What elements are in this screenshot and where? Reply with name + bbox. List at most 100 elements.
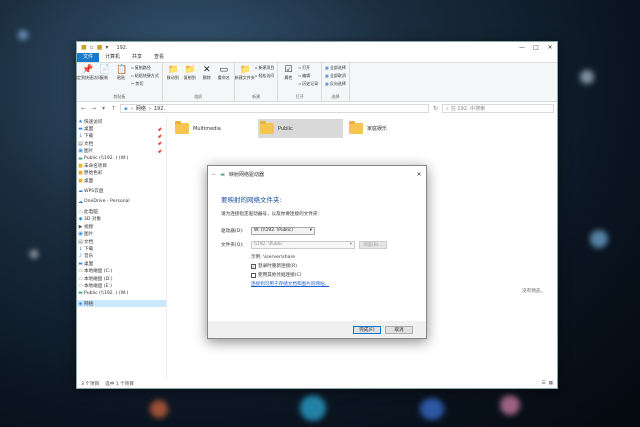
select-none-icon: ▦ [325, 73, 329, 78]
cancel-button[interactable]: 取消 [385, 325, 413, 334]
drive-select[interactable]: W: (\\192. \Public) ▾ [251, 226, 315, 235]
forward-arrow-icon[interactable]: → [90, 105, 97, 112]
sidebar-item[interactable]: ▤ 文档 [77, 238, 166, 245]
ribbon-group: 📌 固定到快速访问 📄 复制 📋 粘贴 ▫复制路径 ▫粘贴快捷方式 ✂剪切 剪贴板 [73, 63, 163, 101]
delete-button[interactable]: ✕ 删除 [200, 65, 214, 81]
sidebar-item[interactable]: ▤ 文档 📌 [77, 140, 166, 147]
sidebar-item[interactable]: ▶ 视频 [77, 223, 166, 230]
close-button[interactable]: ✕ [543, 44, 557, 51]
properties-button[interactable]: ☑ 属性 [281, 65, 295, 87]
drive-icon: ▭ [78, 268, 83, 275]
sidebar-item[interactable]: ◈ 网络 [77, 299, 166, 308]
sidebar-item[interactable]: ☁ WPS云盘 [77, 188, 166, 195]
folder-combobox[interactable]: \\192. \Public ▾ [251, 240, 355, 249]
search-input[interactable]: ⌕ 在 192. 中搜索 [442, 104, 554, 113]
dialog-title-bar: ← ▬ 映射网络驱动器 ✕ [208, 166, 426, 183]
pin-icon[interactable]: 📌 [157, 127, 162, 132]
breadcrumb-network[interactable]: 网络 [136, 105, 146, 112]
3d-objects-icon: ◆ [78, 216, 83, 223]
sidebar-item[interactable]: ▬ Public (\\192. ) (W:) [77, 155, 166, 162]
tab-file[interactable]: 文件 [77, 53, 100, 62]
new-folder-icon[interactable]: ■ [97, 44, 103, 51]
sidebar-item[interactable]: ▭ 本地磁盘 (C:) [77, 267, 166, 274]
move-to-button[interactable]: 📁 移动到 [166, 65, 180, 81]
maximize-button[interactable]: □ [529, 44, 543, 51]
cut-button[interactable]: ✂剪切 [131, 81, 159, 87]
sidebar-item[interactable]: ▭ 此电脑 [77, 208, 166, 215]
copy-button[interactable]: 📄 复制 [97, 65, 111, 87]
new-item-button[interactable]: ▫新建项目 [255, 65, 275, 71]
minimize-button[interactable]: — [515, 44, 529, 51]
tab-share[interactable]: 共享 [126, 53, 148, 62]
folder-item[interactable]: Multimedia [173, 119, 253, 138]
browse-button[interactable]: 浏览(B)... [359, 240, 387, 249]
example-text: 示例: \\server\share [251, 255, 296, 260]
details-view-icon[interactable]: ☰ [542, 381, 546, 386]
back-arrow-icon[interactable]: ← [212, 172, 216, 178]
dialog-close-button[interactable]: ✕ [412, 171, 426, 178]
chevron-down-icon[interactable]: ▾ [100, 105, 107, 112]
sidebar-item[interactable]: ■ 原始色彩 [77, 170, 166, 177]
folder-icon[interactable]: ■ [81, 44, 87, 51]
pin-button[interactable]: 📌 固定到快速访问 [73, 65, 101, 87]
select-none-button[interactable]: ▦全部取消 [325, 73, 346, 79]
sidebar-item[interactable]: ▬ 桌面 [77, 260, 166, 267]
invert-selection-button[interactable]: ▦反向选择 [325, 81, 346, 87]
breadcrumb-host[interactable]: 192. [154, 106, 165, 112]
sidebar-item[interactable]: ♪ 音乐 [77, 253, 166, 260]
tab-view[interactable]: 查看 [148, 53, 170, 62]
new-folder-button[interactable]: 📁 新建文件夹 [235, 65, 255, 81]
sidebar-item-label: Public (\\192. ) (W:) [84, 156, 129, 162]
large-icons-view-icon[interactable]: ▦ [549, 381, 553, 386]
checkbox-box[interactable] [251, 272, 256, 278]
sidebar-item[interactable]: ■ 未命名项目 [77, 162, 166, 169]
pin-icon[interactable]: 📌 [157, 141, 162, 146]
copy-path-button[interactable]: ▫复制路径 [131, 65, 159, 71]
ribbon-small-buttons: ▫打开 ▫编辑 ▫历史记录 [298, 65, 318, 87]
sidebar-item[interactable]: ▬ 桌面 📌 [77, 125, 166, 132]
edit-button[interactable]: ▫编辑 [298, 73, 318, 79]
drive-icon: ▭ [78, 275, 83, 282]
up-arrow-icon[interactable]: ↑ [110, 105, 117, 112]
sidebar-item[interactable]: ☁ OneDrive - Personal [77, 198, 166, 205]
history-button[interactable]: ▫历史记录 [298, 81, 318, 87]
open-button[interactable]: ▫打开 [298, 65, 318, 71]
sidebar-item[interactable]: ▣ 图片 [77, 230, 166, 237]
finish-button[interactable]: 完成(F) [353, 325, 381, 334]
sidebar-item[interactable]: ◆ 3D 对象 [77, 216, 166, 223]
address-field[interactable]: ◈ › 网络 › 192. [120, 104, 429, 113]
sidebar-item[interactable]: ▣ 图片 📌 [77, 148, 166, 155]
sidebar-item-label: 本地磁盘 (D:) [84, 276, 113, 282]
sidebar-item[interactable]: ■ 桌面 [77, 177, 166, 184]
sidebar-item[interactable]: ↓ 下载 📌 [77, 133, 166, 140]
sidebar-item[interactable]: ↓ 下载 [77, 245, 166, 252]
pin-icon[interactable]: 📌 [157, 134, 162, 139]
sidebar-item-label: 此电脑 [84, 209, 98, 215]
folder-item[interactable]: Public [258, 119, 343, 138]
ribbon-group-label: 打开 [295, 94, 304, 99]
website-link[interactable]: 连接到可用于存储文档和图片的网站。 [251, 281, 413, 287]
sidebar-item[interactable]: ★ 快速访问 [77, 118, 166, 125]
sidebar-item[interactable]: ▭ 本地磁盘 (D:) [77, 275, 166, 282]
back-arrow-icon[interactable]: ← [80, 105, 87, 112]
tab-computer[interactable]: 计算机 [99, 53, 126, 62]
folder-item[interactable]: 家庭娱乐 [347, 119, 427, 138]
properties-icon[interactable]: ▫ [90, 44, 94, 51]
sidebar-item[interactable]: ▭ 本地磁盘 (E:) [77, 282, 166, 289]
checkbox-box[interactable]: ✓ [251, 263, 256, 269]
sidebar-item[interactable]: ▬ Public (\\192. ) (W:) [77, 290, 166, 297]
copy-to-button[interactable]: 📁 复制到 [183, 65, 197, 81]
reconnect-checkbox[interactable]: ✓ 登录时重新连接(R) [251, 263, 413, 269]
rename-button[interactable]: ▭ 重命名 [217, 65, 231, 81]
select-all-button[interactable]: ▦全部选择 [325, 65, 346, 71]
background-bokeh [500, 395, 520, 415]
ribbon-button-label: 新建项目 [258, 65, 275, 70]
chevron-down-icon[interactable]: ▾ [105, 44, 108, 51]
paste-button[interactable]: 📋 粘贴 [114, 65, 128, 87]
paste-shortcut-button[interactable]: ▫粘贴快捷方式 [131, 73, 159, 79]
refresh-icon[interactable]: ↻ [432, 105, 439, 112]
easy-access-button[interactable]: ▫轻松访问 [255, 73, 275, 79]
credentials-checkbox[interactable]: 使用其他凭据连接(C) [251, 272, 413, 278]
copy-icon: 📄 [99, 65, 111, 75]
pin-icon[interactable]: 📌 [157, 149, 162, 154]
